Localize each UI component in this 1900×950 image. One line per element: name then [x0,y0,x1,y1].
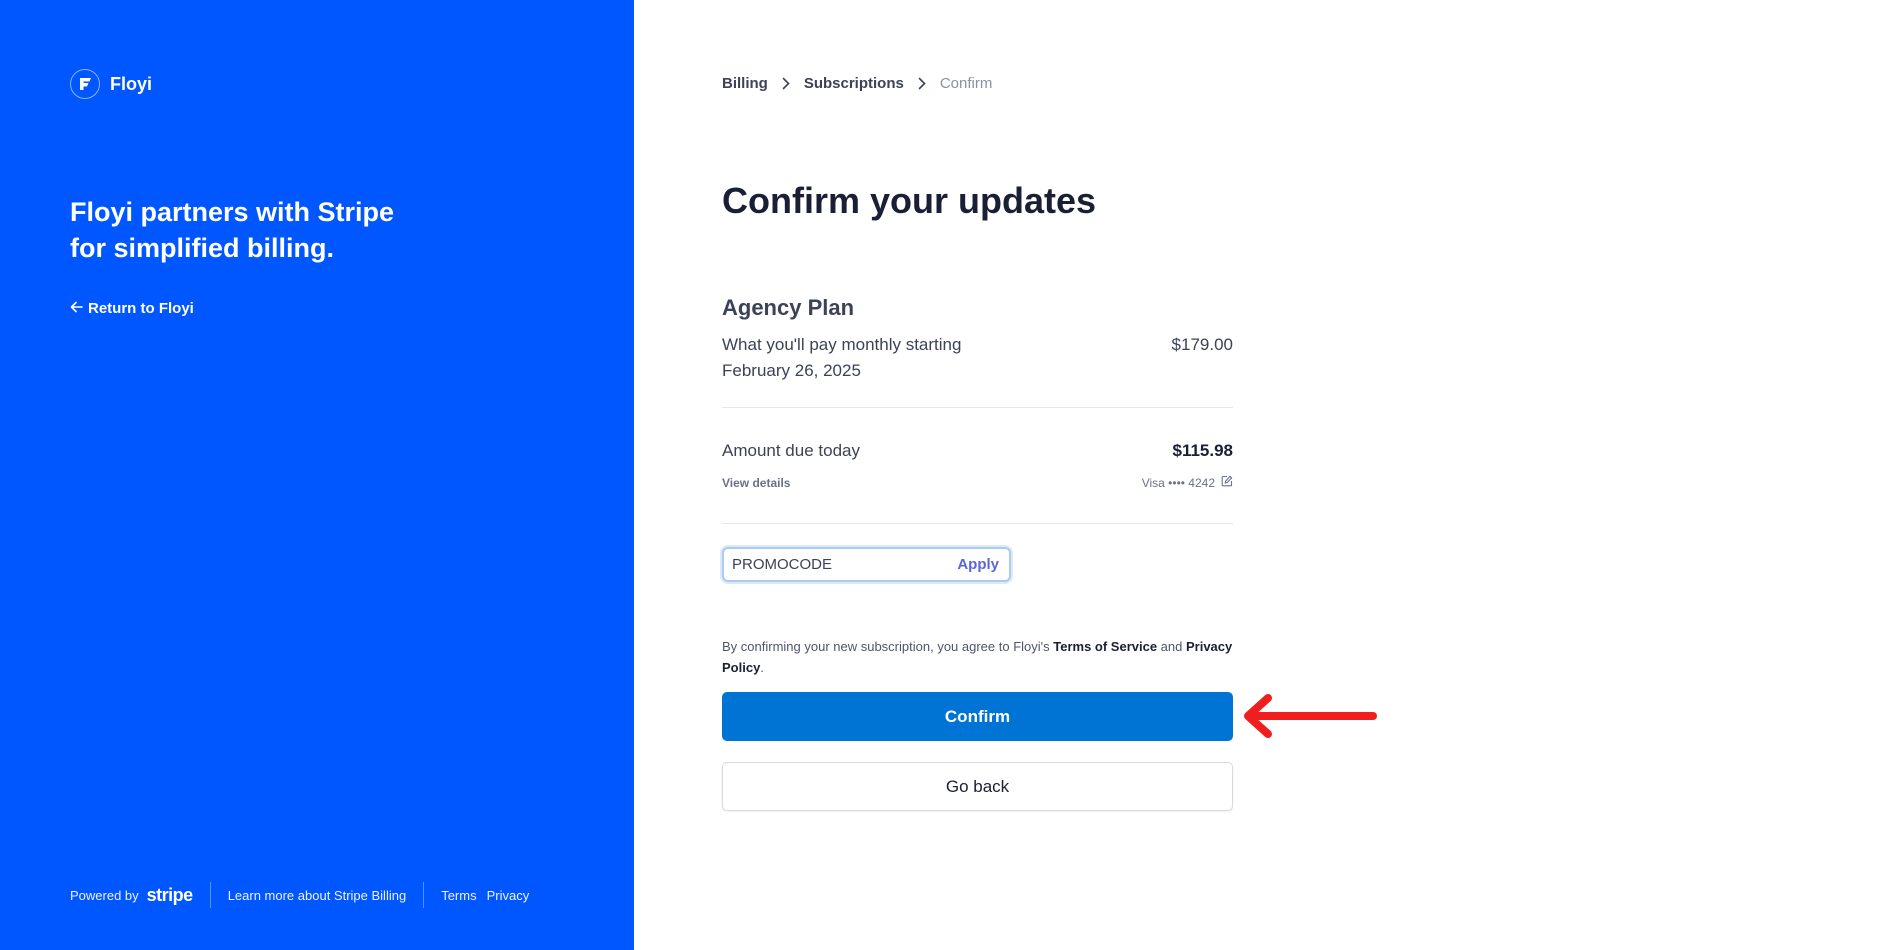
footer-divider [423,882,425,908]
powered-by-label: Powered by [70,887,139,903]
go-back-button[interactable]: Go back [722,762,1233,811]
breadcrumb: Billing Subscriptions Confirm [722,75,992,92]
divider [722,407,1233,408]
chevron-right-icon [782,77,790,90]
privacy-link[interactable]: Privacy [487,888,530,903]
plan-row: What you'll pay monthly starting Februar… [722,332,1233,384]
promo-code-field: Apply [722,547,1011,582]
terms-of-service-link[interactable]: Terms of Service [1053,639,1157,654]
breadcrumb-subscriptions[interactable]: Subscriptions [804,75,904,92]
breadcrumb-current: Confirm [939,75,993,92]
return-label: Return to Floyi [88,300,194,317]
terms-link[interactable]: Terms [441,888,476,903]
plan-description: What you'll pay monthly starting Februar… [722,332,1002,384]
amount-due-row: Amount due today $115.98 [722,441,1233,461]
apply-promo-button[interactable]: Apply [957,556,999,573]
arrow-left-icon [70,300,83,317]
edit-icon [1221,475,1233,490]
floyi-logo-icon [70,69,100,99]
legal-notice: By confirming your new subscription, you… [722,636,1233,678]
divider [722,523,1233,524]
payment-method[interactable]: Visa •••• 4242 [1142,475,1233,490]
payment-method-label: Visa •••• 4242 [1141,475,1215,490]
confirm-button[interactable]: Confirm [722,692,1233,741]
legal-prefix: By confirming your new subscription, you… [722,639,1054,654]
page-title: Confirm your updates [722,180,1097,221]
brand-panel: Floyi Floyi partners with Stripe for sim… [0,0,634,950]
plan-price: $179.00 [1171,335,1233,354]
learn-more-link[interactable]: Learn more about Stripe Billing [228,888,407,903]
footer: Powered by stripe Learn more about Strip… [70,882,529,908]
brand[interactable]: Floyi [70,69,152,99]
legal-and: and [1157,639,1186,654]
amount-due-value: $115.98 [1172,441,1233,460]
main-content: Billing Subscriptions Confirm Confirm yo… [722,0,1234,950]
powered-by-stripe[interactable]: Powered by stripe [70,885,193,906]
plan-description-line-2: February 26, 2025 [722,361,861,380]
plan-name: Agency Plan [722,295,855,320]
chevron-right-icon [918,77,926,90]
stripe-logo: stripe [146,884,194,905]
headline: Floyi partners with Stripe for simplifie… [70,194,490,266]
view-details-link[interactable]: View details [722,476,790,490]
annotation-arrow-icon [1238,691,1378,746]
legal-suffix: . [760,660,764,675]
headline-line-2: for simplified billing. [70,233,335,263]
brand-name: Floyi [110,73,153,94]
return-link[interactable]: Return to Floyi [70,300,194,317]
breadcrumb-billing[interactable]: Billing [722,75,768,92]
promo-code-input[interactable] [732,556,932,573]
plan-description-line-1: What you'll pay monthly starting [722,335,962,354]
amount-due-details: View details Visa •••• 4242 [722,475,1233,490]
headline-line-1: Floyi partners with Stripe [70,197,395,227]
amount-due-label: Amount due today [722,441,860,460]
footer-links: Terms Privacy [441,888,529,903]
footer-divider [209,882,211,908]
